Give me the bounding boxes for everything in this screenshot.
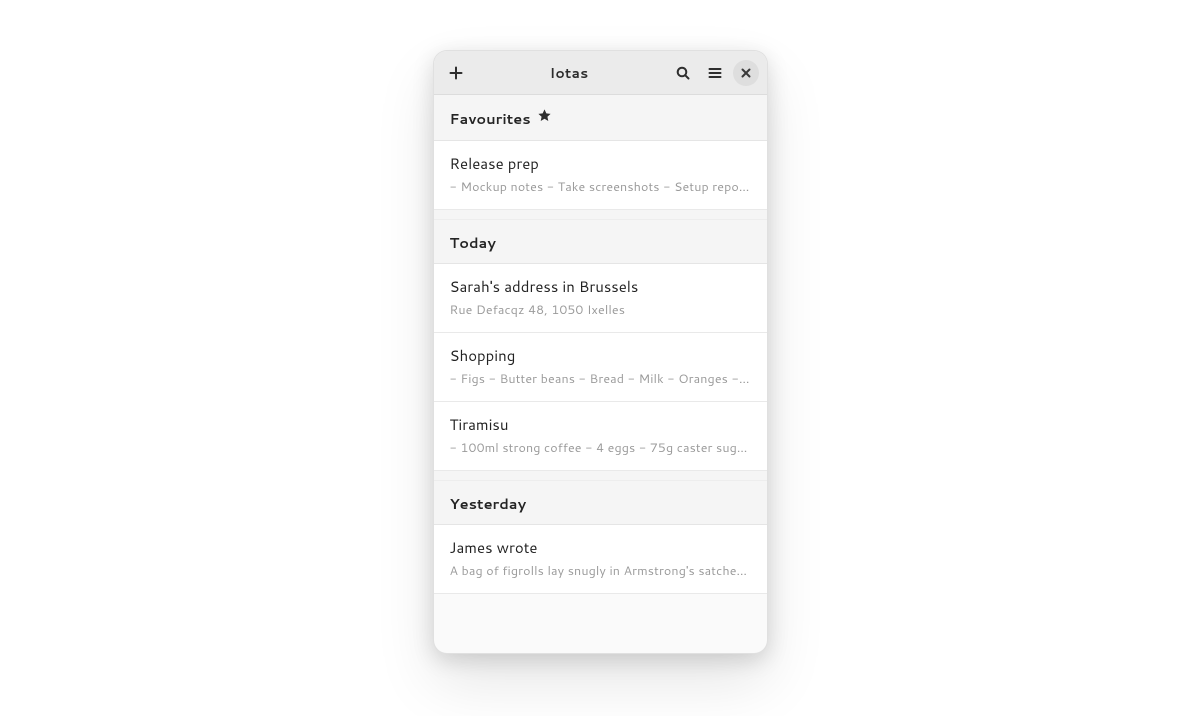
plus-icon bbox=[448, 65, 464, 81]
section-label: Yesterday bbox=[450, 493, 527, 514]
new-note-button[interactable] bbox=[442, 59, 470, 87]
close-window-button[interactable] bbox=[733, 60, 759, 86]
search-button[interactable] bbox=[669, 59, 697, 87]
close-icon bbox=[738, 65, 754, 81]
note-row[interactable]: Tiramisu - 100ml strong coffee - 4 eggs … bbox=[434, 402, 767, 471]
section-label: Today bbox=[450, 232, 496, 253]
note-preview: A bag of figrolls lay snugly in Armstron… bbox=[450, 562, 751, 580]
app-window: Iotas bbox=[433, 50, 768, 654]
note-title: Tiramisu bbox=[450, 414, 751, 435]
menu-button[interactable] bbox=[701, 59, 729, 87]
section-gap bbox=[434, 210, 767, 220]
note-title: Sarah's address in Brussels bbox=[450, 276, 751, 297]
note-preview: - Figs - Butter beans - Bread - Milk - O… bbox=[450, 370, 751, 388]
note-title: James wrote bbox=[450, 537, 751, 558]
note-row[interactable]: Release prep - Mockup notes - Take scree… bbox=[434, 141, 767, 210]
notes-list: Favourites Release prep - Mockup notes -… bbox=[434, 95, 767, 653]
star-icon bbox=[537, 107, 552, 130]
section-header-yesterday: Yesterday bbox=[434, 481, 767, 525]
section-label: Favourites bbox=[450, 108, 531, 129]
note-preview: - Mockup notes - Take screenshots - Setu… bbox=[450, 178, 751, 196]
hamburger-icon bbox=[707, 65, 723, 81]
note-row[interactable]: Sarah's address in Brussels Rue Defacqz … bbox=[434, 264, 767, 333]
note-row[interactable]: James wrote A bag of figrolls lay snugly… bbox=[434, 525, 767, 594]
section-header-today: Today bbox=[434, 220, 767, 264]
section-gap bbox=[434, 471, 767, 481]
note-row[interactable]: Shopping - Figs - Butter beans - Bread -… bbox=[434, 333, 767, 402]
note-title: Shopping bbox=[450, 345, 751, 366]
search-icon bbox=[675, 65, 691, 81]
note-preview: Rue Defacqz 48, 1050 Ixelles bbox=[450, 301, 751, 319]
note-preview: - 100ml strong coffee - 4 eggs - 75g cas… bbox=[450, 439, 751, 457]
note-title: Release prep bbox=[450, 153, 751, 174]
header-bar: Iotas bbox=[434, 51, 767, 95]
window-title: Iotas bbox=[470, 63, 669, 83]
section-header-favourites: Favourites bbox=[434, 95, 767, 141]
